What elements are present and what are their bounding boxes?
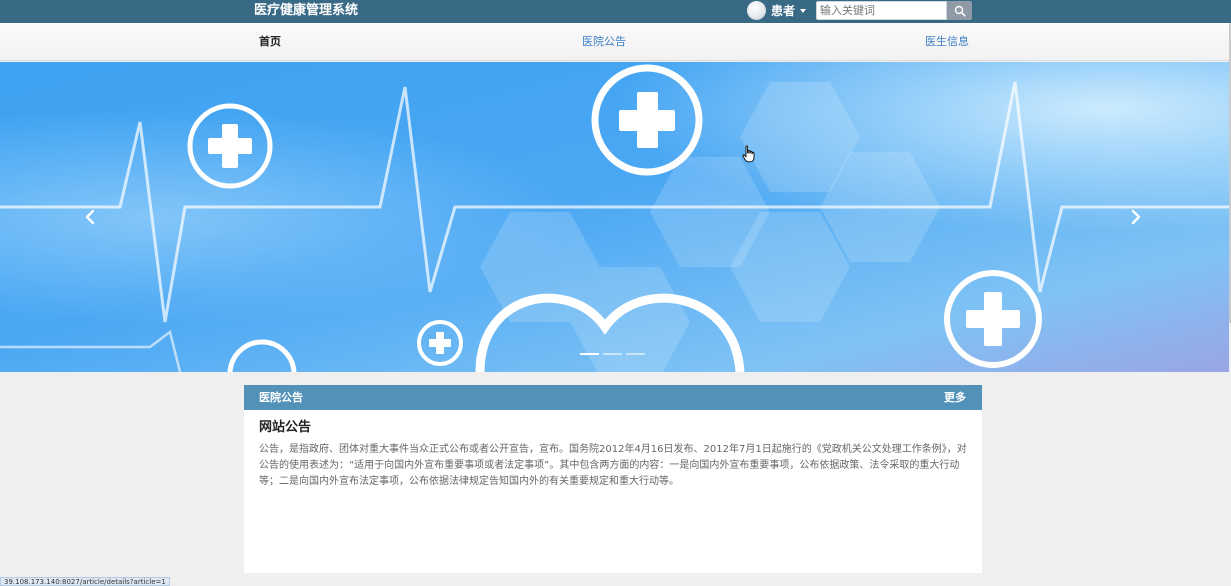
carousel-next-button[interactable] (1121, 202, 1151, 232)
panel-title: 医院公告 (259, 391, 303, 404)
carousel-indicator-3[interactable] (626, 353, 645, 355)
article-body: 公告，是指政府、团体对重大事件当众正式公布或者公开宣告，宣布。国务院2012年4… (259, 444, 967, 487)
banner-carousel[interactable] (0, 62, 1229, 372)
chevron-left-icon (85, 209, 95, 225)
search-button[interactable] (947, 1, 972, 20)
carousel-prev-button[interactable] (75, 202, 105, 232)
app-title: 医疗健康管理系统 (254, 3, 359, 18)
chevron-right-icon (1131, 209, 1141, 225)
hospital-notice-panel: 医院公告 更多 网站公告 公告，是指政府、团体对重大事件当众正式公布或者公开宣告… (244, 385, 982, 573)
medical-banner-image (0, 62, 1229, 372)
nav-item-doctor-info[interactable]: 医生信息 (925, 34, 969, 49)
main-nav: 首页 医院公告 医生信息 (0, 23, 1231, 61)
avatar[interactable] (747, 1, 766, 20)
carousel-indicator-1[interactable] (580, 353, 599, 355)
status-bar-url: 39.108.173.140:8027/article/details?arti… (0, 577, 170, 586)
carousel-indicators (580, 353, 645, 355)
article-title[interactable]: 网站公告 (259, 419, 311, 436)
panel-header: 医院公告 更多 (244, 385, 982, 410)
search-input[interactable] (816, 1, 947, 20)
top-bar: 医疗健康管理系统 患者 (0, 0, 1231, 23)
user-menu-label[interactable]: 患者 (771, 3, 795, 19)
nav-item-hospital-notices[interactable]: 医院公告 (582, 34, 626, 49)
carousel-indicator-2[interactable] (603, 353, 622, 355)
more-link[interactable]: 更多 (944, 391, 966, 405)
nav-item-home[interactable]: 首页 (259, 34, 281, 49)
search-icon (954, 5, 966, 17)
caret-down-icon[interactable] (800, 9, 806, 13)
hand-cursor-icon (742, 145, 755, 163)
